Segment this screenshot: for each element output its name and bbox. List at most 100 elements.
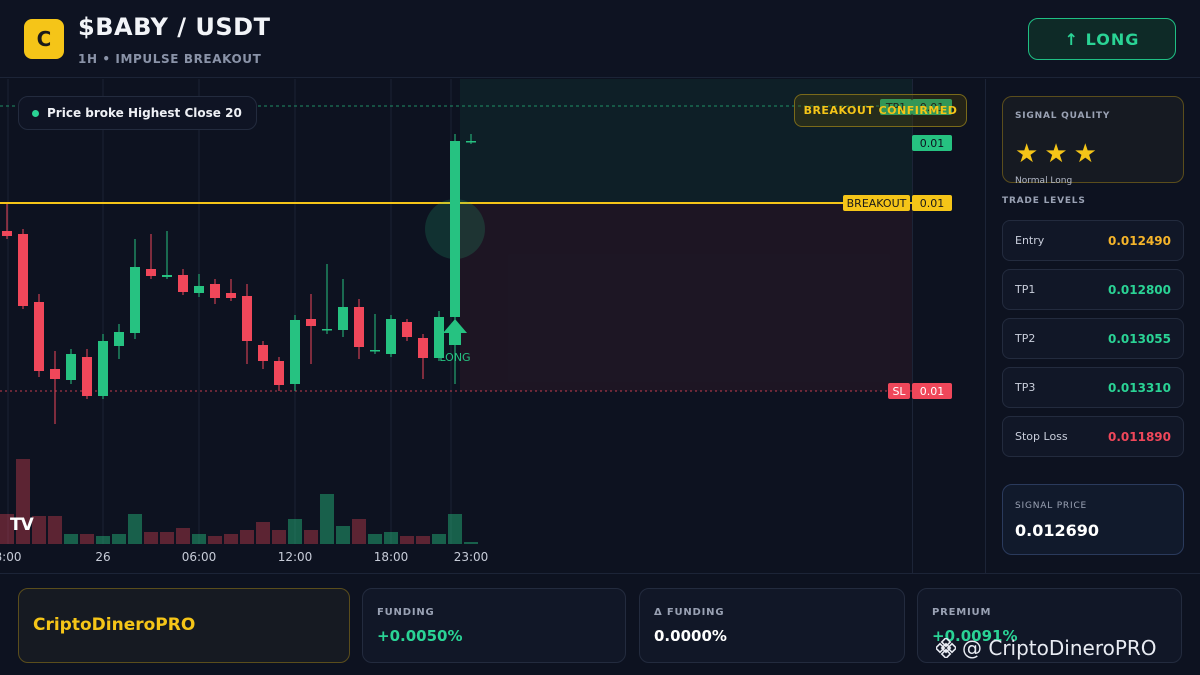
candle <box>322 329 332 331</box>
candle <box>98 341 108 396</box>
signal-price-title: SIGNAL PRICE <box>1015 501 1088 511</box>
level-value: 0.011890 <box>1107 430 1171 444</box>
volume-bar <box>432 534 446 544</box>
volume-bar <box>240 530 254 544</box>
volume-bar <box>320 494 334 544</box>
metric-title: Δ FUNDING <box>654 607 725 618</box>
sl-value-tag: 0.01 <box>912 383 952 399</box>
candlestick-chart[interactable]: LONG <box>0 79 912 544</box>
pair-subtitle: 1H • IMPULSE BREAKOUT <box>78 52 262 66</box>
candle <box>34 302 44 371</box>
level-row-entry: Entry 0.012490 <box>1002 220 1184 261</box>
candle <box>114 332 124 346</box>
level-label: TP3 <box>1015 381 1036 394</box>
volume-bar <box>176 528 190 544</box>
delta-funding-card: Δ FUNDING 0.0000% <box>639 588 905 663</box>
brand-name: CriptoDineroPRO <box>33 615 196 635</box>
star-icon: ★ <box>1015 139 1039 169</box>
price-chart[interactable]: LONG <box>0 79 912 544</box>
volume-bar <box>48 516 62 544</box>
binance-logo-icon <box>936 638 956 658</box>
signal-price-card: SIGNAL PRICE 0.012690 <box>1002 484 1184 555</box>
volume-bar <box>416 536 430 544</box>
candle <box>210 284 220 298</box>
pair-title: $BABY / USDT <box>78 13 271 41</box>
candle <box>370 350 380 352</box>
time-label: 23:00 <box>453 550 489 564</box>
level-label: Entry <box>1015 234 1045 247</box>
long-button[interactable]: ↑ LONG <box>1028 18 1176 60</box>
candle <box>162 275 172 277</box>
volume-bar <box>400 536 414 544</box>
breakout-value-tag: 0.01 <box>912 195 952 211</box>
breakout-note: Price broke Highest Close 20 <box>18 96 257 130</box>
trade-levels-title: TRADE LEVELS <box>1002 196 1086 206</box>
app-logo: C <box>24 19 64 59</box>
time-label: 18:00 <box>373 550 409 564</box>
candle <box>194 286 204 293</box>
volume-bar <box>304 530 318 544</box>
candle <box>274 361 284 385</box>
price-axis <box>912 79 985 573</box>
volume-bar <box>288 519 302 544</box>
metric-title: FUNDING <box>377 607 435 618</box>
volume-bar <box>352 519 366 544</box>
level-value: 0.013310 <box>1107 381 1171 395</box>
signal-price-value: 0.012690 <box>1015 521 1100 540</box>
volume-bar <box>160 532 174 544</box>
breakout-tag: BREAKOUT <box>843 195 910 211</box>
volume-bar <box>96 536 110 544</box>
volume-bar <box>448 514 462 544</box>
candle <box>306 319 316 326</box>
level-row-stop-loss: Stop Loss 0.011890 <box>1002 416 1184 457</box>
candle <box>146 269 156 276</box>
candle <box>242 296 252 341</box>
sl-zone <box>460 203 912 391</box>
watermark: @ CriptoDineroPRO <box>936 636 1157 660</box>
candle <box>66 354 76 380</box>
volume-bar <box>32 516 46 544</box>
watermark-text: @ CriptoDineroPRO <box>962 636 1157 660</box>
volume-bar <box>128 514 142 544</box>
volume-bar <box>112 534 126 544</box>
candle <box>338 307 348 330</box>
candle <box>82 357 92 396</box>
breakout-confirmed-badge: BREAKOUT CONFIRMED <box>794 94 967 127</box>
level-label: Stop Loss <box>1015 430 1068 443</box>
level-value: 0.013055 <box>1107 332 1171 346</box>
candle <box>354 307 364 347</box>
volume-bar <box>64 534 78 544</box>
candle <box>466 141 476 143</box>
volume-bar <box>192 534 206 544</box>
volume-bar <box>144 532 158 544</box>
volume-bar <box>256 522 270 544</box>
level-row-tp2: TP2 0.013055 <box>1002 318 1184 359</box>
signal-quality-label: Normal Long <box>1015 176 1073 186</box>
candle <box>226 293 236 298</box>
time-label: 8:00 <box>0 550 22 564</box>
level-value: 0.012490 <box>1107 234 1171 248</box>
volume-bar <box>224 534 238 544</box>
metric-value: 0.0000% <box>654 627 727 645</box>
time-label: 06:00 <box>181 550 217 564</box>
brand-card: CriptoDineroPRO <box>18 588 350 663</box>
quality-stars: ★ ★ ★ <box>1015 141 1097 167</box>
candle <box>290 320 300 384</box>
candle <box>18 234 28 306</box>
breakout-note-text: Price broke Highest Close 20 <box>47 106 242 120</box>
volume-bar <box>272 530 286 544</box>
metric-title: PREMIUM <box>932 607 992 618</box>
time-label: 12:00 <box>277 550 313 564</box>
volume-bar <box>336 526 350 544</box>
level-row-tp3: TP3 0.013310 <box>1002 367 1184 408</box>
volume-bar <box>368 534 382 544</box>
candle <box>386 319 396 354</box>
time-label: 26 <box>95 550 111 564</box>
star-icon: ★ <box>1044 139 1068 169</box>
volume-bar <box>208 536 222 544</box>
level-row-tp1: TP1 0.012800 <box>1002 269 1184 310</box>
tp-value-tag: 0.01 <box>912 135 952 151</box>
time-axis: 8:00 26 06:00 12:00 18:00 23:00 <box>0 544 985 572</box>
level-label: TP1 <box>1015 283 1036 296</box>
candle <box>2 231 12 236</box>
